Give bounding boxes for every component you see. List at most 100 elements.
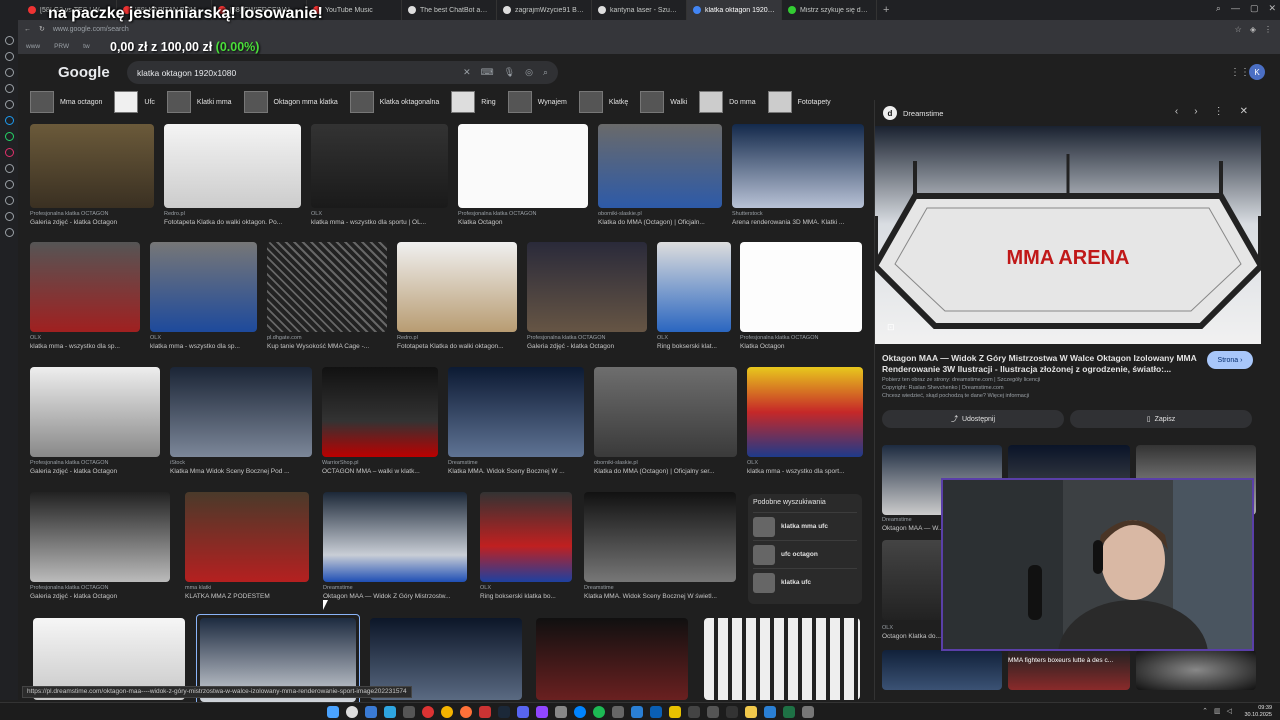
- volume-icon[interactable]: ◁: [1227, 707, 1232, 715]
- player-icon[interactable]: [4, 196, 14, 205]
- image-result[interactable]: Profesjonalna klatka OCTAGON Galeria zdję…: [527, 242, 647, 350]
- image-result[interactable]: Dreamstime Klatka MMA. Widok Sceny Boczne…: [448, 367, 584, 475]
- chip[interactable]: Klatka oktagonalna: [349, 90, 444, 114]
- app-icon[interactable]: [726, 706, 738, 718]
- bookmark-item[interactable]: PRW: [54, 43, 69, 50]
- similar-image[interactable]: [882, 650, 1002, 690]
- tab-4[interactable]: The best ChatBot and W: [402, 0, 497, 20]
- bookmark-item[interactable]: tw: [83, 43, 90, 50]
- preview-title[interactable]: Oktagon MAA — Widok Z Góry Mistrzostwa W…: [882, 353, 1200, 375]
- excel-icon[interactable]: [783, 706, 795, 718]
- firefox-icon[interactable]: [460, 706, 472, 718]
- image-result[interactable]: iStock Klatka Mma Widok Sceny Bocznej Pod…: [170, 367, 312, 475]
- whatsapp-icon[interactable]: [4, 132, 14, 141]
- x-icon[interactable]: [4, 164, 14, 173]
- image-result[interactable]: Redro.pl Fototapeta Klatka do walki oktag…: [397, 242, 517, 350]
- image-result[interactable]: OLX Ring bokserski klat...: [657, 242, 731, 350]
- google-logo[interactable]: Google: [58, 64, 110, 81]
- app-icon[interactable]: [688, 706, 700, 718]
- chip[interactable]: Oktagon mma klatka: [243, 90, 342, 114]
- image-result[interactable]: Dreamstime Oktagon MAA — Widok Z Góry Mis…: [323, 492, 467, 600]
- menu-icon[interactable]: ⋮: [1264, 25, 1272, 34]
- tab-6[interactable]: kantyna laser - Szukaj w: [592, 0, 687, 20]
- app-icon[interactable]: [707, 706, 719, 718]
- mic-icon[interactable]: 🎙: [504, 67, 515, 78]
- avatar[interactable]: K: [1249, 64, 1265, 80]
- image-result[interactable]: OLX klatka mma - wszystko dla sp...: [30, 242, 140, 350]
- app-icon[interactable]: [555, 706, 567, 718]
- panel-source[interactable]: d Dreamstime: [883, 106, 943, 120]
- folder-icon[interactable]: [745, 706, 757, 718]
- image-result[interactable]: Profesjonalna klatka OCTAGON Galeria zdję…: [30, 367, 160, 475]
- minimize-icon[interactable]: —: [1231, 3, 1240, 14]
- image-result[interactable]: Shutterstock Arena renderowania 3D MMA. K…: [732, 124, 864, 226]
- image-result[interactable]: OLX Ring bokserski klatka bo...: [480, 492, 572, 600]
- url-field[interactable]: www.google.com/search: [53, 26, 129, 33]
- twitch-icon[interactable]: [536, 706, 548, 718]
- reload-icon[interactable]: ↻: [39, 25, 45, 33]
- app-icon[interactable]: [650, 706, 662, 718]
- image-result[interactable]: Profesjonalna klatka OCTAGON Galeria zdję…: [30, 124, 154, 226]
- image-result[interactable]: Profesjonalna klatka OCTAGON Klatka Octag…: [458, 124, 588, 226]
- messenger-taskbar-icon[interactable]: [574, 706, 586, 718]
- image-result[interactable]: [704, 618, 860, 700]
- tab-7-active[interactable]: klatka oktagon 1920x108: [687, 0, 782, 20]
- lens-search-icon[interactable]: ⊡: [887, 322, 895, 333]
- chip[interactable]: Klatkę: [578, 90, 632, 114]
- network-icon[interactable]: ▥: [1214, 707, 1221, 715]
- back-icon[interactable]: ←: [24, 26, 31, 33]
- search-input[interactable]: klatka oktagon 1920x1080: [137, 68, 236, 78]
- image-result[interactable]: OLX klatka mma - wszystko dla sp...: [150, 242, 257, 350]
- spotify-icon[interactable]: [593, 706, 605, 718]
- keyboard-icon[interactable]: ⌨: [481, 67, 494, 78]
- clear-icon[interactable]: ✕: [463, 67, 471, 78]
- app-icon[interactable]: [365, 706, 377, 718]
- instagram-icon[interactable]: [4, 148, 14, 157]
- chip[interactable]: Klatki mma: [166, 90, 236, 114]
- close-icon[interactable]: ✕: [1240, 106, 1248, 117]
- app-icon[interactable]: [479, 706, 491, 718]
- bookmark-item[interactable]: www: [26, 43, 40, 50]
- image-result[interactable]: OLX klatka mma - wszystko dla sportu | OL…: [311, 124, 448, 226]
- image-result[interactable]: pl.dhgate.com Kup tanie Wysokość MMA Cage…: [267, 242, 387, 350]
- prev-icon[interactable]: ‹: [1175, 106, 1178, 117]
- app-icon[interactable]: [764, 706, 776, 718]
- bookmark-star-icon[interactable]: ☆: [1235, 25, 1242, 34]
- image-result[interactable]: mma klatki KLATKA MMA Z PODESTEM: [185, 492, 309, 600]
- messenger-icon[interactable]: [4, 116, 14, 125]
- history-icon[interactable]: [4, 36, 14, 45]
- image-result[interactable]: Profesjonalna klatka OCTAGON Klatka Octag…: [740, 242, 862, 350]
- image-result[interactable]: Dreamstime Klatka MMA. Widok Sceny Boczne…: [584, 492, 736, 600]
- similar-image[interactable]: [1008, 650, 1130, 690]
- tab-5[interactable]: zagrajmWzycie91 Battle: [497, 0, 592, 20]
- visit-button[interactable]: Strona ›: [1207, 351, 1253, 369]
- chrome-icon[interactable]: [441, 706, 453, 718]
- chip[interactable]: Ufc: [114, 90, 159, 114]
- clock-icon[interactable]: [4, 180, 14, 189]
- search-icon[interactable]: ⌕: [543, 67, 548, 78]
- maximize-icon[interactable]: ▢: [1250, 3, 1259, 14]
- app-icon[interactable]: [612, 706, 624, 718]
- app-icon[interactable]: [802, 706, 814, 718]
- discord-icon[interactable]: [517, 706, 529, 718]
- close-window-icon[interactable]: ✕: [1268, 3, 1276, 14]
- gear-icon[interactable]: [4, 228, 14, 237]
- app-icon[interactable]: [669, 706, 681, 718]
- related-item[interactable]: ufc octagon: [753, 540, 857, 568]
- chip[interactable]: Ring: [451, 90, 499, 114]
- search-taskbar-icon[interactable]: [346, 706, 358, 718]
- image-result[interactable]: [536, 618, 688, 700]
- windows-start-icon[interactable]: [327, 706, 339, 718]
- app-icon[interactable]: [403, 706, 415, 718]
- tray-chevron-icon[interactable]: ⌃: [1202, 707, 1208, 715]
- apps-grid-icon[interactable]: ⋮⋮: [1230, 67, 1250, 78]
- chip[interactable]: Do mma: [699, 90, 759, 114]
- location-icon[interactable]: [4, 212, 14, 221]
- shopping-icon[interactable]: [4, 52, 14, 61]
- similar-image[interactable]: [1136, 650, 1256, 690]
- chip[interactable]: Walki: [640, 90, 691, 114]
- image-result[interactable]: Profesjonalna klatka OCTAGON Galeria zdję…: [30, 492, 170, 600]
- search-box[interactable]: klatka oktagon 1920x1080 ✕ ⌨ 🎙 ◎ ⌕: [127, 61, 558, 84]
- image-result[interactable]: WarriorShop.pl OCTAGON MMA – walki w klat…: [322, 367, 438, 475]
- image-result[interactable]: oborniki-slaskie.pl Klatka do MMA (Octago…: [594, 367, 737, 475]
